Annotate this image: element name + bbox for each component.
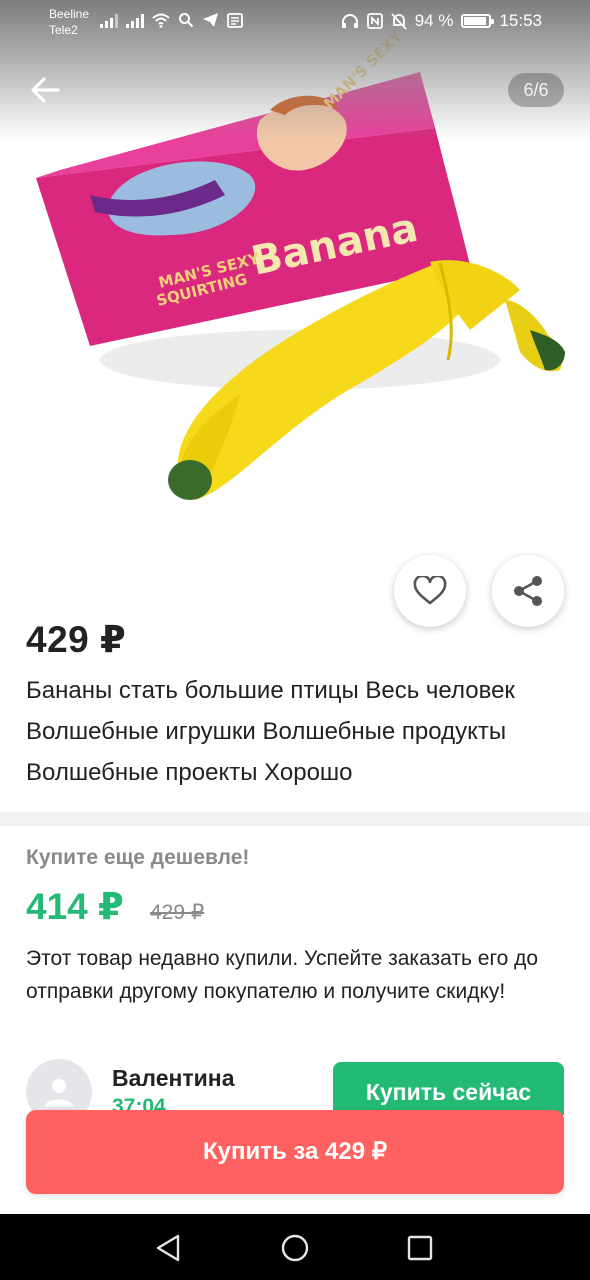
circle-home-icon [281,1234,309,1262]
arrow-left-icon [31,77,60,103]
carrier-2: Tele2 [49,23,78,37]
product-title: Бананы стать большие птицы Весь человек … [26,677,515,786]
recent-buyer-row: Валентина 37:04 Купить сейчас [0,1055,590,1115]
discount-price: 414 ₽ [26,886,124,927]
status-bar: Beeline Tele2 94 % 15:53 [0,0,590,46]
share-icon [514,576,542,606]
battery-icon [461,14,495,28]
carriers: Beeline Tele2 [49,6,89,38]
user-icon [45,1079,73,1107]
news-icon [227,13,243,28]
signal-2-icon [126,12,144,28]
image-counter: 6/6 [508,73,564,107]
share-button[interactable] [492,555,564,627]
headphones-icon [341,14,358,28]
signal-icon [100,12,118,28]
screen: Banana MAN'S SEXY SQUIRTING MAN'S SEXY 6… [0,0,590,1280]
buy-now-button[interactable]: Купить сейчас [333,1062,564,1115]
nav-back-button[interactable] [148,1228,188,1268]
telegram-icon [203,13,218,27]
avatar [26,1059,92,1115]
square-recents-icon [407,1235,433,1261]
nav-home-button[interactable] [275,1228,315,1268]
product-price: 429 ₽ [26,619,127,660]
status-left-icons [100,12,243,28]
back-button[interactable] [26,68,66,112]
offer-description: Этот товар недавно купили. Успейте заказ… [26,947,539,1003]
nfc-icon [366,13,383,29]
status-right: 94 % 15:53 [341,11,542,31]
triangle-back-icon [156,1234,180,1262]
battery-percent: 94 % [414,11,454,30]
clock: 15:53 [499,11,542,30]
search-status-icon [179,13,194,28]
favorite-button[interactable] [394,555,466,627]
nav-recents-button[interactable] [400,1228,440,1268]
section-divider [0,812,590,826]
old-price: 429 ₽ [150,901,205,924]
heart-icon [413,576,447,605]
buy-for-price-button[interactable]: Купить за 429 ₽ [26,1110,564,1194]
carrier-1: Beeline [49,7,90,21]
wifi-icon [152,13,170,28]
mute-bell-icon [391,12,407,30]
cheaper-offer-label: Купите еще дешевле! [26,846,250,869]
product-gallery[interactable]: Banana MAN'S SEXY SQUIRTING MAN'S SEXY 6… [0,0,590,545]
system-nav-bar [0,1214,590,1280]
buyer-name: Валентина [112,1065,235,1091]
